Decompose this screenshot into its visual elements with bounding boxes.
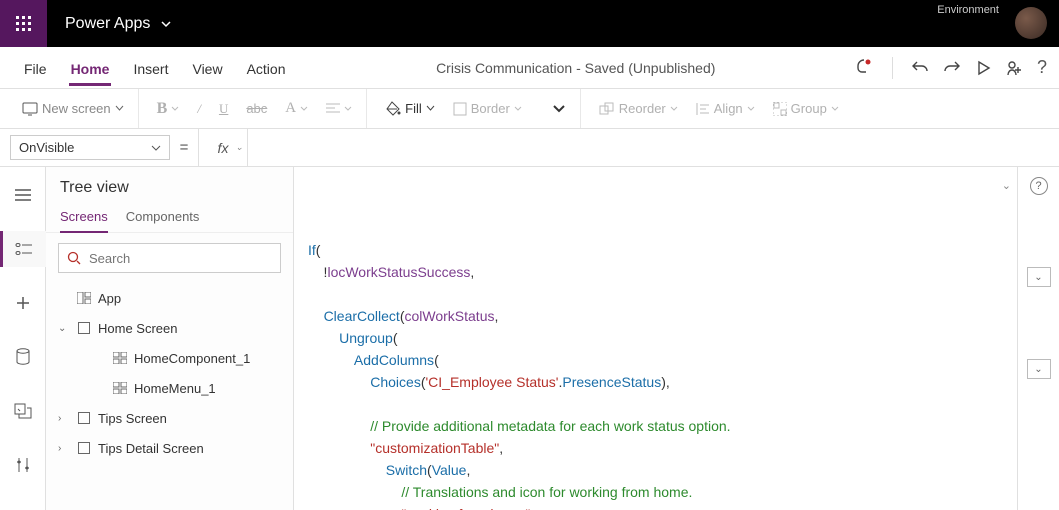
document-title: Crisis Communication - Saved (Unpublishe… (436, 60, 715, 76)
screen-icon (76, 412, 92, 424)
menu-home[interactable]: Home (59, 51, 122, 85)
fill-icon (385, 101, 401, 117)
help-icon[interactable]: ? (1037, 57, 1047, 78)
tree-node-label: Tips Detail Screen (98, 441, 204, 456)
reorder-label: Reorder (619, 101, 666, 116)
border-label: Border (471, 101, 510, 116)
rail-advanced[interactable] (0, 447, 46, 483)
chevron-down-icon (151, 143, 161, 153)
menu-file[interactable]: File (12, 51, 59, 85)
waffle-menu[interactable] (0, 0, 47, 47)
align-button[interactable]: Align (692, 97, 759, 120)
tree-node-label: Home Screen (98, 321, 177, 336)
tree-node-label: HomeMenu_1 (134, 381, 216, 396)
tree-node[interactable]: › Tips Detail Screen (46, 433, 293, 463)
italic-button[interactable]: / (193, 97, 205, 121)
menu-insert[interactable]: Insert (121, 51, 180, 85)
tab-components[interactable]: Components (126, 201, 200, 232)
undo-icon[interactable] (911, 59, 929, 77)
expand-toolbar-button[interactable] (548, 100, 570, 118)
tree-node-label: App (98, 291, 121, 306)
screen-icon (76, 322, 92, 334)
tree-node[interactable]: ⌄ Home Screen (46, 313, 293, 343)
search-input[interactable] (89, 251, 272, 266)
tree-node-label: Tips Screen (98, 411, 167, 426)
property-select[interactable]: OnVisible (10, 135, 170, 160)
bold-button[interactable]: B (153, 96, 184, 122)
app-icon (76, 292, 92, 304)
chevron-down-icon (160, 18, 172, 30)
search-box[interactable] (58, 243, 281, 273)
search-icon (67, 251, 81, 265)
fx-button[interactable]: fx⌄ (198, 129, 248, 166)
play-icon[interactable] (975, 60, 991, 76)
chevron-down-icon[interactable]: ⌄ (1002, 175, 1011, 197)
menu-list: File Home Insert View Action (12, 51, 298, 85)
tree-list: App ⌄ Home Screen HomeComponent_1 HomeMenu_1… (46, 283, 293, 510)
collapse-panel-icon[interactable]: ⌄ (1027, 267, 1051, 287)
expander-icon[interactable]: ⌄ (58, 323, 70, 334)
align-label: Align (714, 101, 743, 116)
app-title[interactable]: Power Apps (47, 15, 190, 33)
fill-label: Fill (405, 101, 422, 116)
tree-node-label: HomeComponent_1 (134, 351, 250, 366)
tree-node[interactable]: HomeComponent_1 (46, 343, 293, 373)
tree-node[interactable]: HomeMenu_1 (46, 373, 293, 403)
fill-button[interactable]: Fill (381, 97, 439, 121)
rail-data[interactable] (0, 339, 46, 375)
rail-media[interactable] (0, 393, 46, 429)
tree-view-title: Tree view (46, 167, 293, 201)
rail-hamburger[interactable] (0, 177, 46, 213)
tree-node[interactable]: › Tips Screen (46, 403, 293, 433)
font-color-button[interactable]: A (281, 96, 312, 121)
chevron-down-icon (426, 104, 435, 113)
expander-icon[interactable]: › (58, 413, 70, 424)
rail-insert[interactable] (0, 285, 46, 321)
reorder-button[interactable]: Reorder (595, 97, 682, 120)
app-title-text: Power Apps (65, 15, 150, 33)
share-icon[interactable] (1005, 59, 1023, 77)
group-button[interactable]: Group (769, 97, 843, 120)
rail-tree-view[interactable] (0, 231, 46, 267)
avatar[interactable] (1015, 7, 1047, 39)
border-button[interactable]: Border (449, 97, 526, 120)
comp-icon (112, 352, 128, 364)
strikethrough-button[interactable]: abc (242, 97, 271, 120)
new-screen-label: New screen (42, 101, 111, 116)
menu-view[interactable]: View (180, 51, 234, 85)
redo-icon[interactable] (943, 59, 961, 77)
environment-label: Environment (937, 4, 999, 16)
formula-editor[interactable]: ⌄ If( !locWorkStatusSuccess, ClearCollec… (294, 167, 1017, 510)
group-label: Group (791, 101, 827, 116)
comp-icon (112, 382, 128, 394)
divider (892, 57, 893, 79)
equals-sign: = (170, 129, 198, 166)
property-value: OnVisible (19, 140, 74, 155)
expander-icon[interactable]: › (58, 443, 70, 454)
collapse-panel-icon[interactable]: ⌄ (1027, 359, 1051, 379)
tree-node[interactable]: App (46, 283, 293, 313)
menu-action[interactable]: Action (235, 51, 298, 85)
underline-button[interactable]: U (215, 97, 232, 121)
app-checker-icon[interactable] (854, 58, 874, 78)
screen-icon (76, 442, 92, 454)
tab-screens[interactable]: Screens (60, 201, 108, 232)
text-align-button[interactable] (322, 99, 356, 119)
chevron-down-icon (115, 104, 124, 113)
new-screen-button[interactable]: New screen (18, 97, 128, 120)
properties-help-icon[interactable]: ? (1030, 177, 1048, 195)
